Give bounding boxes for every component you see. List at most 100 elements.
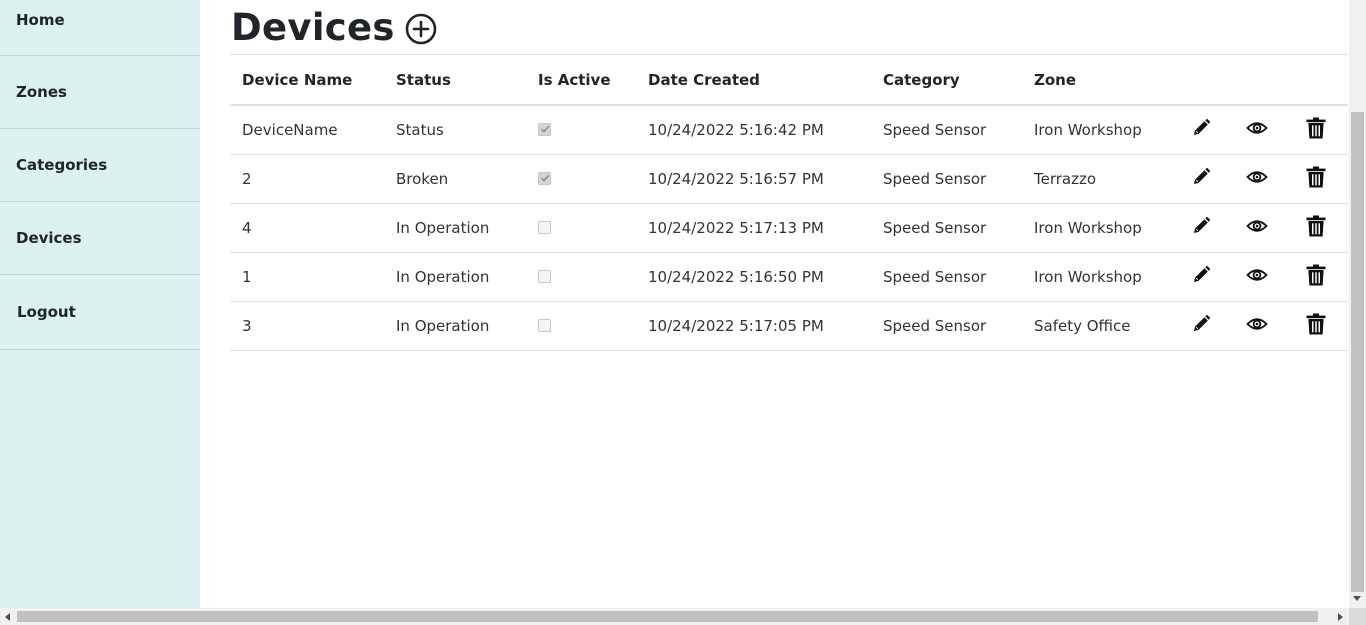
pencil-icon bbox=[1191, 314, 1211, 334]
cell-view bbox=[1229, 154, 1284, 204]
cell-device-name: DeviceName bbox=[230, 105, 384, 155]
cell-status: In Operation bbox=[384, 203, 526, 253]
eye-icon bbox=[1245, 317, 1268, 331]
cell-category: Speed Sensor bbox=[871, 105, 1022, 155]
cell-status: Broken bbox=[384, 154, 526, 204]
trash-icon bbox=[1306, 264, 1326, 286]
cell-zone: Iron Workshop bbox=[1022, 203, 1172, 253]
cell-delete bbox=[1284, 301, 1348, 351]
eye-icon bbox=[1245, 268, 1268, 282]
view-button[interactable] bbox=[1245, 121, 1268, 135]
sidebar: Home Zones Categories Devices Logout bbox=[0, 0, 200, 608]
cell-view bbox=[1229, 252, 1284, 302]
page-header: Devices bbox=[230, 0, 1348, 55]
column-header-date-created: Date Created bbox=[636, 55, 871, 106]
column-header-is-active: Is Active bbox=[526, 55, 636, 106]
table-row: 3 In Operation 10/24/2022 5:17:05 PM Speed … bbox=[230, 301, 1348, 351]
cell-device-name: 3 bbox=[230, 301, 384, 351]
trash-icon bbox=[1306, 117, 1326, 139]
view-button[interactable] bbox=[1245, 219, 1268, 233]
sidebar-item-label: Logout bbox=[17, 303, 76, 321]
cell-delete bbox=[1284, 252, 1348, 302]
cell-edit bbox=[1172, 203, 1229, 253]
eye-icon bbox=[1245, 219, 1268, 233]
cell-edit bbox=[1172, 154, 1229, 204]
plus-circle-icon bbox=[405, 13, 437, 44]
edit-button[interactable] bbox=[1191, 118, 1211, 138]
cell-zone: Iron Workshop bbox=[1022, 105, 1172, 155]
cell-edit bbox=[1172, 252, 1229, 302]
is-active-checkbox[interactable] bbox=[538, 171, 551, 185]
sidebar-item-label: Home bbox=[16, 11, 65, 29]
column-header-zone: Zone bbox=[1022, 55, 1172, 106]
cell-date-created: 10/24/2022 5:17:05 PM bbox=[636, 301, 871, 351]
sidebar-item-home[interactable]: Home bbox=[0, 0, 200, 56]
cell-status: Status bbox=[384, 105, 526, 155]
cell-category: Speed Sensor bbox=[871, 203, 1022, 253]
cell-edit bbox=[1172, 105, 1229, 155]
sidebar-item-categories[interactable]: Categories bbox=[0, 129, 200, 202]
delete-button[interactable] bbox=[1306, 264, 1326, 286]
column-header-edit bbox=[1172, 55, 1229, 106]
scrollbar-corner bbox=[1349, 608, 1366, 625]
pencil-icon bbox=[1191, 118, 1211, 138]
is-active-checkbox[interactable] bbox=[538, 269, 551, 283]
horizontal-scroll-thumb[interactable] bbox=[17, 611, 1318, 622]
scroll-right-arrow-icon[interactable] bbox=[1338, 613, 1343, 621]
cell-edit bbox=[1172, 301, 1229, 351]
table-row: 4 In Operation 10/24/2022 5:17:13 PM Speed … bbox=[230, 203, 1348, 253]
delete-button[interactable] bbox=[1306, 215, 1326, 237]
edit-button[interactable] bbox=[1191, 216, 1211, 236]
sidebar-item-label: Devices bbox=[16, 229, 82, 247]
cell-is-active bbox=[526, 203, 636, 253]
page-title: Devices bbox=[231, 5, 395, 49]
column-header-category: Category bbox=[871, 55, 1022, 106]
table-row: 1 In Operation 10/24/2022 5:16:50 PM Speed … bbox=[230, 252, 1348, 302]
view-button[interactable] bbox=[1245, 170, 1268, 184]
cell-category: Speed Sensor bbox=[871, 252, 1022, 302]
vertical-scrollbar[interactable] bbox=[1349, 0, 1366, 608]
sidebar-item-logout[interactable]: Logout bbox=[0, 275, 200, 350]
table-header-row: Device Name Status Is Active Date Create… bbox=[230, 55, 1348, 106]
cell-view bbox=[1229, 105, 1284, 155]
horizontal-scrollbar[interactable] bbox=[0, 608, 1366, 625]
cell-zone: Iron Workshop bbox=[1022, 252, 1172, 302]
cell-view bbox=[1229, 203, 1284, 253]
sidebar-item-devices[interactable]: Devices bbox=[0, 202, 200, 275]
scroll-left-arrow-icon[interactable] bbox=[5, 613, 10, 621]
delete-button[interactable] bbox=[1306, 117, 1326, 139]
pencil-icon bbox=[1191, 216, 1211, 236]
is-active-checkbox[interactable] bbox=[538, 220, 551, 234]
cell-zone: Terrazzo bbox=[1022, 154, 1172, 204]
cell-date-created: 10/24/2022 5:16:57 PM bbox=[636, 154, 871, 204]
cell-is-active bbox=[526, 252, 636, 302]
delete-button[interactable] bbox=[1306, 313, 1326, 335]
cell-device-name: 2 bbox=[230, 154, 384, 204]
pencil-icon bbox=[1191, 167, 1211, 187]
sidebar-item-zones[interactable]: Zones bbox=[0, 56, 200, 129]
table-row: 2 Broken 10/24/2022 5:16:57 PM Speed Sensor… bbox=[230, 154, 1348, 204]
column-header-status: Status bbox=[384, 55, 526, 106]
devices-table: Device Name Status Is Active Date Create… bbox=[230, 55, 1348, 351]
view-button[interactable] bbox=[1245, 317, 1268, 331]
column-header-delete bbox=[1284, 55, 1348, 106]
cell-status: In Operation bbox=[384, 252, 526, 302]
cell-date-created: 10/24/2022 5:16:42 PM bbox=[636, 105, 871, 155]
sidebar-item-label: Zones bbox=[16, 83, 67, 101]
trash-icon bbox=[1306, 215, 1326, 237]
edit-button[interactable] bbox=[1191, 314, 1211, 334]
cell-delete bbox=[1284, 203, 1348, 253]
scroll-down-arrow-icon[interactable] bbox=[1353, 596, 1361, 601]
cell-device-name: 4 bbox=[230, 203, 384, 253]
edit-button[interactable] bbox=[1191, 167, 1211, 187]
add-device-button[interactable] bbox=[405, 13, 437, 45]
is-active-checkbox[interactable] bbox=[538, 318, 551, 332]
edit-button[interactable] bbox=[1191, 265, 1211, 285]
cell-date-created: 10/24/2022 5:17:13 PM bbox=[636, 203, 871, 253]
view-button[interactable] bbox=[1245, 268, 1268, 282]
vertical-scroll-thumb[interactable] bbox=[1351, 112, 1364, 592]
delete-button[interactable] bbox=[1306, 166, 1326, 188]
is-active-checkbox[interactable] bbox=[538, 122, 551, 136]
cell-is-active bbox=[526, 154, 636, 204]
cell-delete bbox=[1284, 105, 1348, 155]
